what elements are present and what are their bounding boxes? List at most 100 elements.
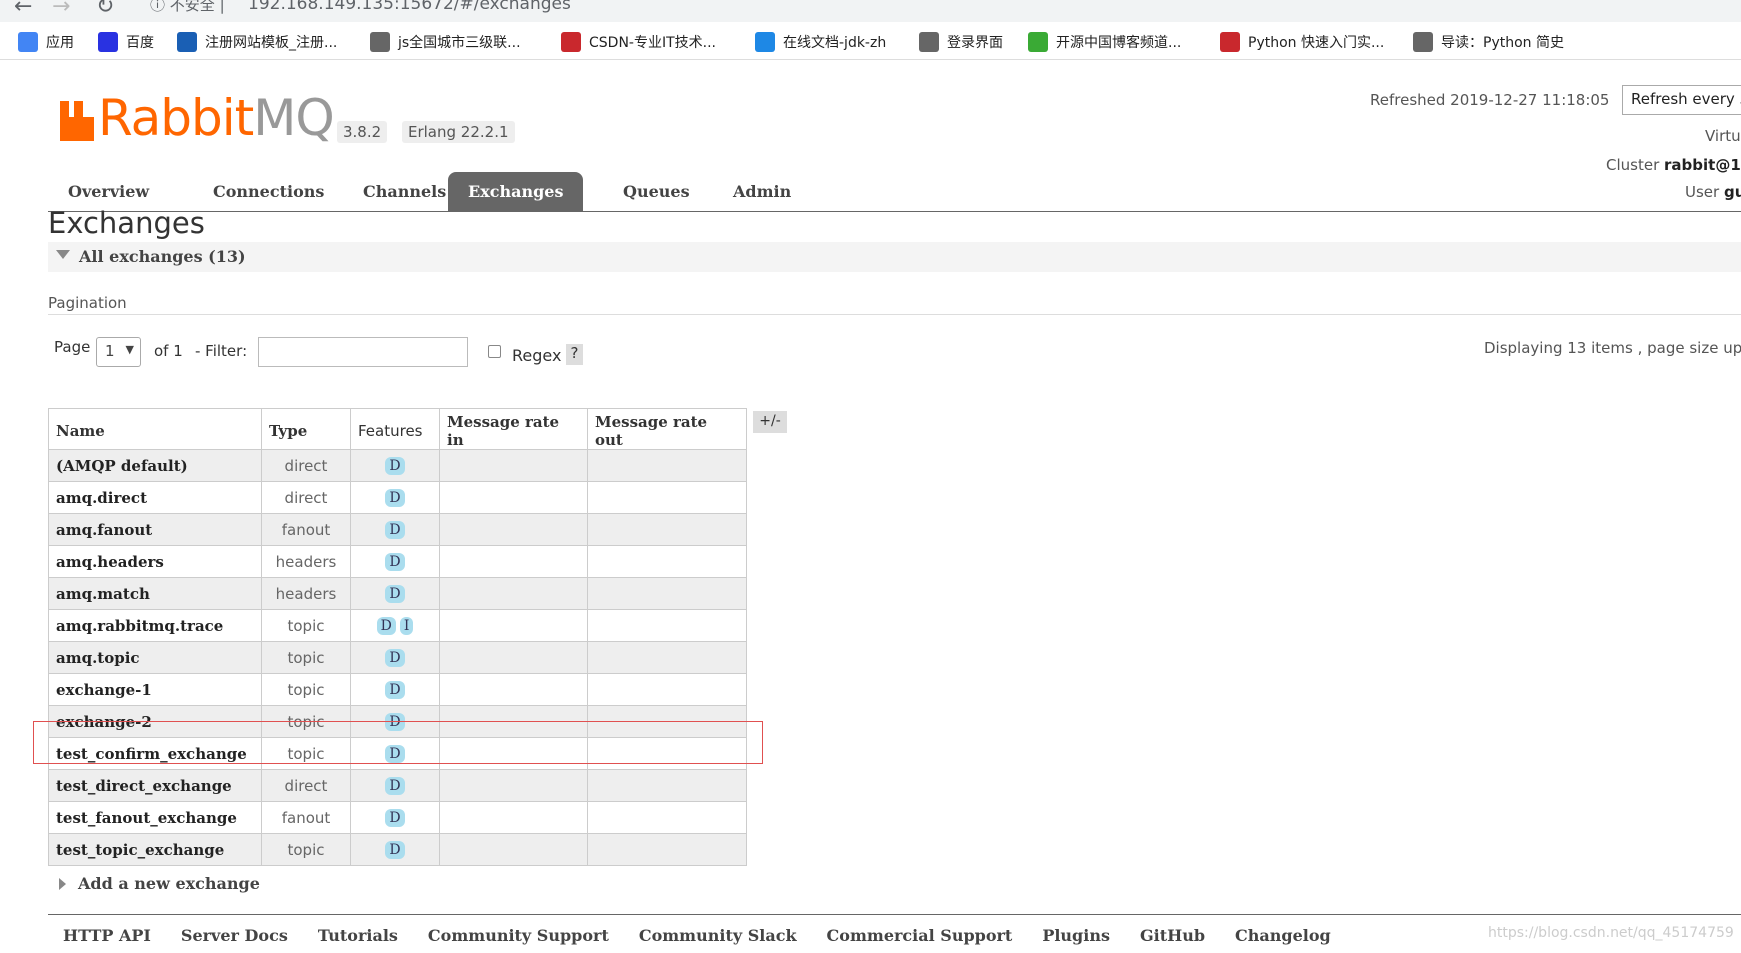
feature-badge: D <box>385 521 405 539</box>
bookmark-item[interactable]: js全国城市三级联... <box>370 32 521 52</box>
exchange-type: headers <box>261 545 351 578</box>
feature-badge: D <box>385 649 405 667</box>
exchange-name-link[interactable]: (AMQP default) <box>48 449 262 482</box>
bookmark-label: 注册网站模板_注册... <box>205 35 338 51</box>
table-row: exchange-1 topic D <box>48 673 747 706</box>
exchange-type: direct <box>261 769 351 802</box>
message-rate-in <box>439 641 588 674</box>
exchange-type: direct <box>261 481 351 514</box>
regex-checkbox[interactable] <box>488 345 501 358</box>
col-type[interactable]: Type <box>261 408 351 450</box>
bookmark-item[interactable]: 开源中国博客频道... <box>1028 32 1181 52</box>
footer-link-community-slack[interactable]: Community Slack <box>624 926 812 945</box>
add-new-exchange-label: Add a new exchange <box>78 874 260 893</box>
message-rate-in <box>439 513 588 546</box>
feature-badge: D <box>385 809 405 827</box>
bookmark-item[interactable]: 登录界面 <box>919 32 1003 52</box>
table-row: amq.headers headers D <box>48 545 747 578</box>
forward-arrow-icon[interactable]: → <box>52 0 70 19</box>
col-name[interactable]: Name <box>48 408 262 450</box>
column-toggle-button[interactable]: +/- <box>753 411 787 433</box>
bookmark-label: 应用 <box>46 35 74 51</box>
bookmark-item[interactable]: 应用 <box>18 32 74 52</box>
exchange-name-link[interactable]: test_fanout_exchange <box>48 801 262 834</box>
globe-icon <box>1413 32 1433 52</box>
exchange-type: fanout <box>261 513 351 546</box>
bookmark-item[interactable]: 在线文档-jdk-zh <box>755 32 886 52</box>
version-badge: 3.8.2 <box>337 121 388 143</box>
feature-badge: D <box>385 457 405 475</box>
message-rate-in <box>439 769 588 802</box>
logo-text: Rabbit <box>98 89 254 147</box>
footer-divider <box>48 914 1741 915</box>
exchange-name-link[interactable]: amq.fanout <box>48 513 262 546</box>
globe-icon <box>919 32 939 52</box>
exchange-features: D <box>350 577 440 610</box>
footer-link-plugins[interactable]: Plugins <box>1027 926 1125 945</box>
footer-links: HTTP API Server Docs Tutorials Community Su… <box>48 926 1346 945</box>
footer-link-tutorials[interactable]: Tutorials <box>303 926 413 945</box>
page-select[interactable]: 1 ▼ <box>96 337 141 367</box>
bookmark-item[interactable]: CSDN-专业IT技术... <box>561 32 716 52</box>
exchange-name-link[interactable]: test_topic_exchange <box>48 833 262 866</box>
col-features: Features <box>350 408 440 450</box>
security-label[interactable]: ⓘ 不安全 | <box>150 0 225 15</box>
table-row: amq.rabbitmq.trace topic D I <box>48 609 747 642</box>
exchange-features: D <box>350 801 440 834</box>
exchange-name-link[interactable]: amq.direct <box>48 481 262 514</box>
bookmark-item[interactable]: 注册网站模板_注册... <box>177 32 337 52</box>
exchange-name-link[interactable]: amq.headers <box>48 545 262 578</box>
exchange-name-link[interactable]: test_direct_exchange <box>48 769 262 802</box>
pagination-divider <box>48 314 1741 315</box>
globe-icon <box>370 32 390 52</box>
bookmark-item[interactable]: 百度 <box>98 32 154 52</box>
table-row: amq.fanout fanout D <box>48 513 747 546</box>
exchange-type: fanout <box>261 801 351 834</box>
message-rate-out <box>587 609 747 642</box>
exchange-name-link[interactable]: exchange-1 <box>48 673 262 706</box>
table-row: test_fanout_exchange fanout D <box>48 801 747 834</box>
bookmark-item[interactable]: 导读：Python 简史 <box>1413 32 1564 52</box>
collapse-triangle-icon <box>56 250 70 259</box>
rabbitmq-logo-icon <box>60 101 94 141</box>
exchanges-table: Name Type Features Message rate in Messa… <box>48 408 747 866</box>
message-rate-out <box>587 481 747 514</box>
url-text[interactable]: 192.168.149.135:15672/#/exchanges <box>248 0 571 14</box>
footer-link-server-docs[interactable]: Server Docs <box>166 926 303 945</box>
exchange-name-link[interactable]: amq.topic <box>48 641 262 674</box>
rabbitmq-logo[interactable]: RabbitMQ <box>60 93 335 143</box>
exchange-name-link[interactable]: amq.rabbitmq.trace <box>48 609 262 642</box>
footer-link-github[interactable]: GitHub <box>1125 926 1220 945</box>
bookmark-label: 开源中国博客频道... <box>1056 35 1182 51</box>
all-exchanges-label: All exchanges (13) <box>79 247 246 266</box>
info-icon: ⓘ <box>150 0 166 14</box>
bookmark-label: 在线文档-jdk-zh <box>783 35 887 51</box>
all-exchanges-toggle[interactable]: All exchanges (13) <box>48 242 1741 272</box>
message-rate-in <box>439 577 588 610</box>
dropdown-arrow-icon: ▼ <box>125 343 134 356</box>
refresh-interval-select[interactable]: Refresh every 5 seconds <box>1622 85 1741 115</box>
message-rate-out <box>587 801 747 834</box>
tab-queues[interactable]: Queues <box>603 172 710 212</box>
help-button[interactable]: ? <box>566 344 583 365</box>
col-rate-in: Message rate in <box>439 408 588 450</box>
footer-link-community-support[interactable]: Community Support <box>413 926 624 945</box>
filter-input[interactable] <box>258 337 468 367</box>
footer-link-http-api[interactable]: HTTP API <box>48 926 166 945</box>
tab-admin[interactable]: Admin <box>713 172 811 212</box>
feature-badge: D <box>385 489 405 507</box>
tab-exchanges[interactable]: Exchanges <box>448 172 584 212</box>
table-row: (AMQP default) direct D <box>48 449 747 482</box>
tab-connections[interactable]: Connections <box>193 172 344 212</box>
reload-icon[interactable]: ↻ <box>96 0 114 19</box>
doc-c-icon <box>755 32 775 52</box>
add-new-exchange-toggle[interactable]: Add a new exchange <box>59 874 260 893</box>
filter-label: - Filter: <box>195 342 248 360</box>
footer-link-changelog[interactable]: Changelog <box>1220 926 1346 945</box>
exchange-features: D <box>350 449 440 482</box>
back-arrow-icon[interactable]: ← <box>14 0 32 19</box>
exchange-name-link[interactable]: amq.match <box>48 577 262 610</box>
bookmark-item[interactable]: Python 快速入门实... <box>1220 32 1384 52</box>
message-rate-out <box>587 449 747 482</box>
footer-link-commercial-support[interactable]: Commercial Support <box>812 926 1028 945</box>
